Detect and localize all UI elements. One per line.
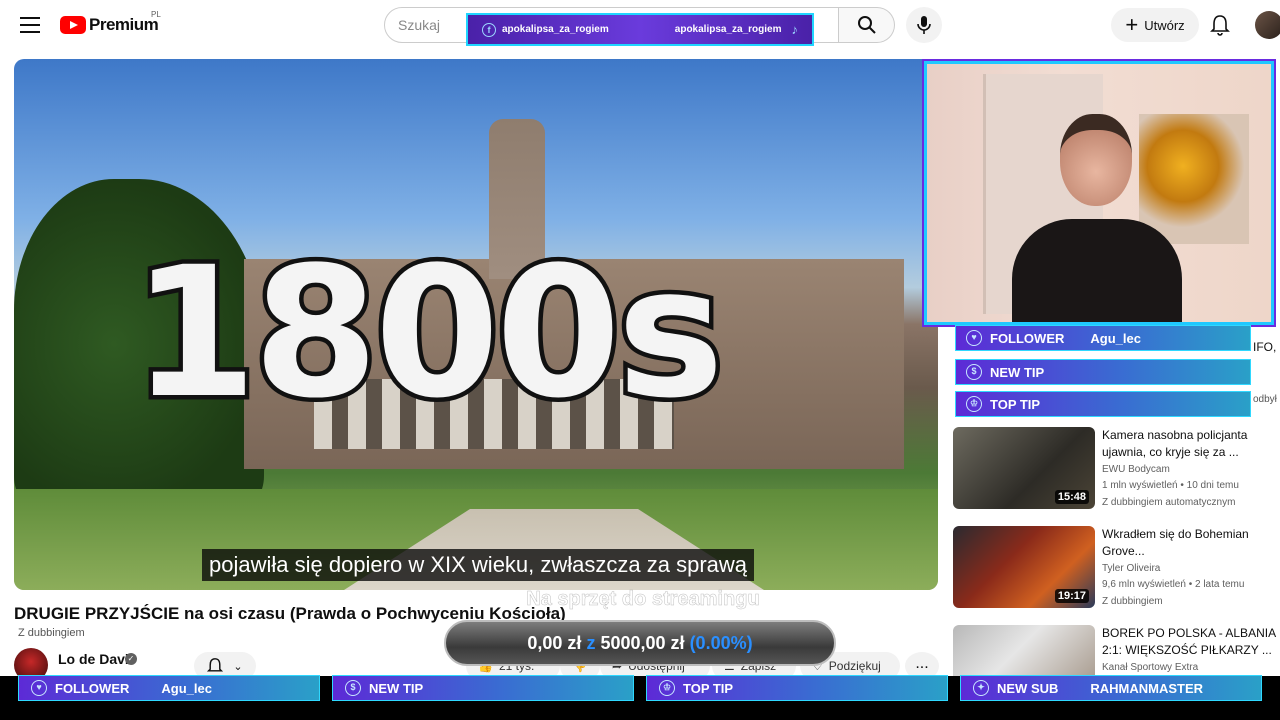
- goal-target: 5000,00 zł: [600, 633, 685, 653]
- recommendation-title[interactable]: Kamera nasobna policjanta ujawnia, co kr…: [1102, 427, 1277, 461]
- microphone-icon: [917, 16, 931, 34]
- bottom-alert-new-tip: $ NEW TIP: [332, 675, 634, 701]
- goal-current: 0,00 zł: [527, 633, 582, 653]
- account-avatar[interactable]: [1255, 11, 1280, 39]
- dubbing-badge: Z dubbingiem: [18, 627, 85, 639]
- bottom-alert-follower: ♥ FOLLOWER Agu_lec: [18, 675, 320, 701]
- star-icon: ✦: [973, 680, 989, 696]
- facebook-handle: apokalipsa_za_rogiem: [502, 24, 609, 35]
- channel-name[interactable]: Lo de Davi: [58, 651, 129, 667]
- recommendation-item[interactable]: 19:17 Wkradłem się do Bohemian Grove... …: [953, 526, 1273, 608]
- side-toptip-label: TOP TIP: [990, 396, 1041, 412]
- bottom-follower-name: Agu_lec: [161, 680, 212, 696]
- verified-icon: ✓: [125, 653, 137, 665]
- recommendation-channel[interactable]: Tyler Oliveira: [1102, 563, 1160, 574]
- goal-separator: z: [586, 633, 596, 653]
- recommendation-meta: 9,6 mln wyświetleń • 2 lata temu: [1102, 579, 1245, 590]
- tiktok-icon: ♪: [791, 22, 799, 37]
- create-button[interactable]: + Utwórz: [1111, 8, 1199, 42]
- bell-icon: [1210, 15, 1230, 36]
- side-alert-top-tip: ♔ TOP TIP: [955, 391, 1251, 417]
- search-icon: [857, 16, 876, 34]
- bottom-follower-label: FOLLOWER: [55, 680, 130, 696]
- facebook-icon: f: [482, 22, 496, 37]
- search-placeholder: Szukaj: [398, 17, 441, 33]
- dollar-icon: $: [345, 680, 361, 696]
- thanks-label: Podziękuj: [828, 659, 881, 673]
- recommendation-dubbing: Z dubbingiem: [1102, 596, 1163, 607]
- voice-search-button[interactable]: [906, 7, 942, 43]
- recommendation-thumbnail[interactable]: 15:48: [953, 427, 1095, 509]
- side-follower-name: Agu_lec: [1090, 330, 1141, 346]
- youtube-premium-logo[interactable]: Premium PL: [60, 10, 161, 36]
- side-alert-new-tip: $ NEW TIP: [955, 359, 1251, 385]
- bottom-newtip-label: NEW TIP: [369, 680, 424, 696]
- heart-icon: ♥: [31, 680, 47, 696]
- crown-icon: ♔: [966, 396, 982, 412]
- bottom-alert-new-sub: ✦ NEW SUB RAHMANMASTER: [960, 675, 1262, 701]
- tiktok-handle: apokalipsa_za_rogiem: [674, 24, 782, 35]
- webcam-overlay: [924, 61, 1274, 325]
- recommendation-dubbing: Z dubbingiem automatycznym: [1102, 497, 1236, 508]
- crown-icon: ♔: [659, 680, 675, 696]
- recommendation-title[interactable]: Wkradłem się do Bohemian Grove...: [1102, 526, 1277, 560]
- side-follower-label: FOLLOWER: [990, 330, 1065, 346]
- recommendation-title-fragment[interactable]: IFO,: [1253, 340, 1276, 354]
- social-handles-banner: f apokalipsa_za_rogiem apokalipsa_za_rog…: [466, 13, 814, 46]
- bottom-toptip-label: TOP TIP: [683, 680, 734, 696]
- video-duration: 19:17: [1054, 589, 1089, 603]
- video-overlay-text: 1800s: [127, 225, 728, 443]
- donation-goal-label: Na sprzęt do streamingu: [526, 588, 760, 611]
- side-newtip-label: NEW TIP: [990, 364, 1045, 380]
- bottom-alert-top-tip: ♔ TOP TIP: [646, 675, 948, 701]
- video-duration: 15:48: [1054, 490, 1089, 504]
- youtube-play-icon: [60, 16, 86, 34]
- recommendation-title[interactable]: BOREK PO POLSKA - ALBANIA 2:1: WIĘKSZOŚĆ…: [1102, 625, 1277, 659]
- recommendation-channel[interactable]: Kanał Sportowy Extra: [1102, 662, 1198, 673]
- chevron-down-icon: ⌄: [233, 660, 243, 673]
- search-button[interactable]: [839, 7, 895, 43]
- streamer: [1012, 114, 1182, 322]
- recommendation-meta-fragment: odbył: [1253, 394, 1277, 405]
- logo-text: Premium: [89, 15, 159, 34]
- video-subtitle: pojawiła się dopiero w XIX wieku, zwłasz…: [202, 549, 755, 581]
- menu-icon[interactable]: [18, 14, 42, 34]
- recommendation-item[interactable]: 15:48 Kamera nasobna policjanta ujawnia,…: [953, 427, 1273, 509]
- dollar-icon: $: [966, 364, 982, 380]
- heart-icon: ♥: [966, 330, 982, 346]
- recommendation-meta: 1 mln wyświetleń • 10 dni temu: [1102, 480, 1239, 491]
- recommendation-channel[interactable]: EWU Bodycam: [1102, 464, 1170, 475]
- plus-icon: +: [1125, 12, 1139, 37]
- logo-region: PL: [151, 10, 161, 19]
- bottom-newsub-name: RAHMANMASTER: [1090, 680, 1204, 696]
- video-player[interactable]: 1800s pojawiła się dopiero w XIX wieku, …: [14, 59, 938, 590]
- bottom-newsub-label: NEW SUB: [997, 680, 1059, 696]
- notifications-button[interactable]: [1207, 12, 1233, 38]
- bell-icon: [207, 658, 224, 672]
- side-alert-follower: ♥ FOLLOWER Agu_lec: [955, 325, 1251, 351]
- donation-goal-bar: 0,00 zł z 5000,00 zł (0.00%): [444, 620, 836, 666]
- create-label: Utwórz: [1144, 17, 1185, 33]
- recommendation-thumbnail[interactable]: 19:17: [953, 526, 1095, 608]
- goal-percent: (0.00%): [689, 633, 753, 653]
